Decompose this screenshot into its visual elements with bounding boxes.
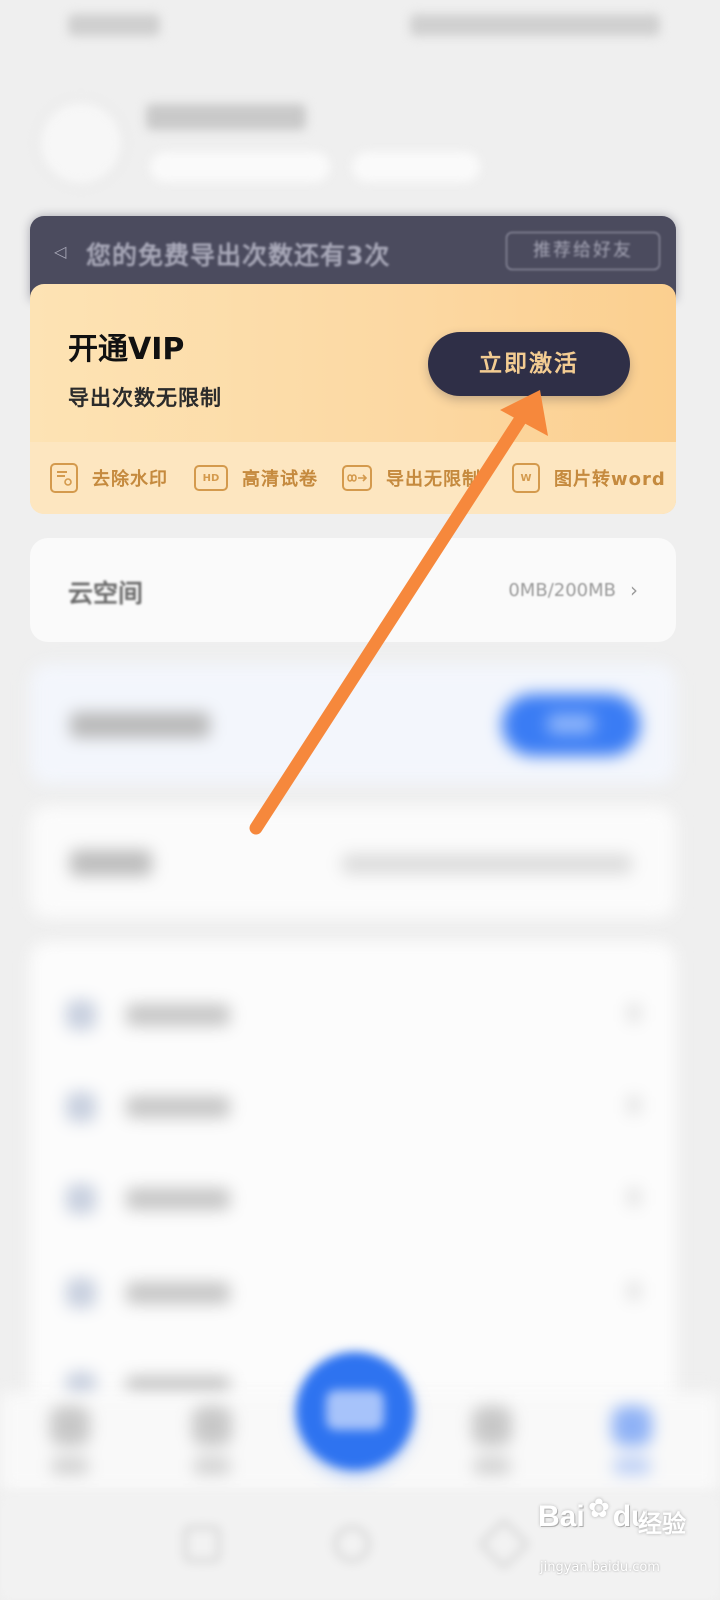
list-item-icon (66, 1184, 96, 1214)
cloud-space-label: 云空间 (68, 579, 144, 608)
vip-card: 开通VIP 导出次数无限制 立即激活 去除水印 HD 高清试卷 导出无限制 W … (30, 284, 676, 514)
chevron-right-icon: › (630, 578, 638, 602)
back-icon[interactable] (478, 1518, 530, 1570)
remove-watermark-icon (50, 463, 78, 493)
watermark-url: jingyan.baidu.com (540, 1560, 660, 1575)
chevron-right-icon (628, 1188, 640, 1206)
recent-apps-icon[interactable] (184, 1526, 220, 1562)
vip-feature-list: 去除水印 HD 高清试卷 导出无限制 W 图片转word (30, 442, 676, 514)
profile-tag (150, 152, 330, 182)
recommend-to-friend-button[interactable]: 推荐给好友 (506, 232, 660, 270)
status-time (68, 14, 160, 36)
camera-button[interactable] (296, 1352, 414, 1470)
home-icon[interactable] (334, 1526, 370, 1562)
status-icons (410, 14, 660, 36)
avatar[interactable] (38, 100, 124, 186)
username (146, 104, 306, 130)
feature-remove-watermark: 去除水印 (50, 462, 168, 494)
word-icon: W (512, 463, 540, 493)
nav-icon (50, 1406, 90, 1446)
feature-label: 图片转word (554, 469, 666, 490)
list-item[interactable] (30, 1076, 676, 1136)
blurred-card (30, 806, 676, 918)
blurred-card (30, 664, 676, 784)
vip-subtitle: 导出次数无限制 (68, 386, 222, 410)
chevron-right-icon (628, 1282, 640, 1300)
paw-icon: ✿ (588, 1494, 610, 1524)
nav-item[interactable] (182, 1406, 242, 1482)
blurred-label (70, 712, 210, 738)
feature-label: 去除水印 (92, 469, 168, 490)
infinite-export-icon (342, 465, 372, 491)
feature-image-to-word: W 图片转word (512, 462, 666, 494)
nav-icon (192, 1406, 232, 1446)
list-item-icon (66, 1092, 96, 1122)
list-item[interactable] (30, 984, 676, 1044)
nav-item-me[interactable] (602, 1406, 662, 1482)
blurred-value (342, 854, 632, 874)
speaker-icon: ◁ (54, 242, 67, 261)
blurred-action-button[interactable] (502, 694, 640, 756)
nav-item[interactable] (40, 1406, 100, 1482)
cloud-space-row[interactable]: 云空间 0MB/200MB › (30, 538, 676, 642)
status-bar (0, 0, 720, 56)
list-item-icon (66, 1278, 96, 1308)
nav-icon (612, 1406, 652, 1446)
cloud-space-usage: 0MB/200MB (508, 580, 616, 601)
watermark-text: 经验 (638, 1510, 686, 1538)
list-item[interactable] (30, 1168, 676, 1228)
nav-item[interactable] (462, 1406, 522, 1482)
blurred-label (70, 850, 152, 876)
notice-text: 您的免费导出次数还有3次 (86, 241, 391, 270)
list-item[interactable] (30, 1262, 676, 1322)
activate-now-button[interactable]: 立即激活 (428, 332, 630, 396)
nav-icon (472, 1406, 512, 1446)
feature-label: 高清试卷 (242, 469, 318, 490)
profile-tag (352, 152, 480, 182)
feature-unlimited-export: 导出无限制 (342, 462, 481, 494)
chevron-right-icon (628, 1004, 640, 1022)
feature-label: 导出无限制 (386, 469, 481, 490)
vip-title: 开通VIP (68, 332, 185, 367)
hd-icon: HD (194, 465, 228, 491)
feature-hd-paper: HD 高清试卷 (194, 462, 318, 494)
chevron-right-icon (628, 1096, 640, 1114)
baidu-watermark: Bai du ✿ 经验 (538, 1494, 688, 1554)
camera-icon (326, 1390, 384, 1430)
list-item-icon (66, 1000, 96, 1030)
